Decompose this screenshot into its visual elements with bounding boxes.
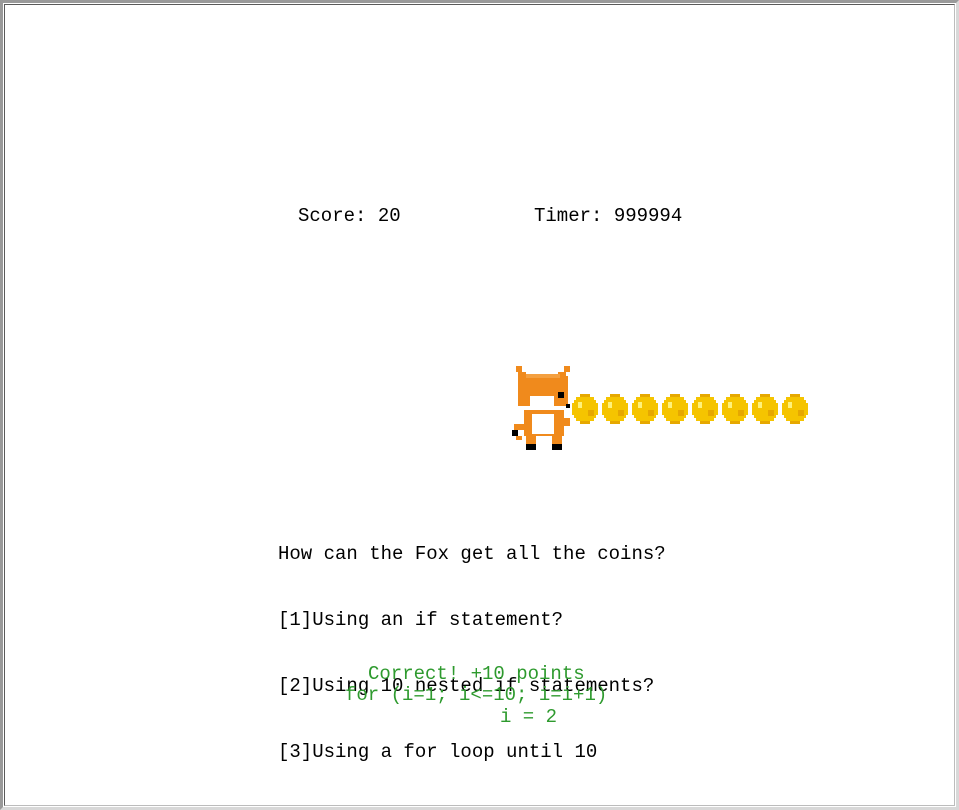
timer-label: Timer: 999994 [534, 205, 683, 227]
coin-icon [782, 394, 808, 424]
fox-sprite [512, 366, 570, 450]
coin-icon [722, 394, 748, 424]
score-label: Score: 20 [298, 205, 401, 227]
feedback-result: Correct! +10 points [368, 663, 585, 685]
coin-icon [602, 394, 628, 424]
feedback-panel: Correct! +10 points for (i=1; i<=10; i=i… [0, 664, 959, 748]
question-prompt: How can the Fox get all the coins? [278, 543, 666, 565]
coin-icon [662, 394, 688, 424]
coin-icon [632, 394, 658, 424]
feedback-counter: i = 2 [500, 706, 558, 728]
feedback-code: for (i=1; i<=10; i=i+1) [345, 684, 608, 706]
option-1: [1]Using an if statement? [278, 609, 564, 631]
coin-icon [572, 394, 598, 424]
coin-icon [752, 394, 778, 424]
coin-icon [692, 394, 718, 424]
